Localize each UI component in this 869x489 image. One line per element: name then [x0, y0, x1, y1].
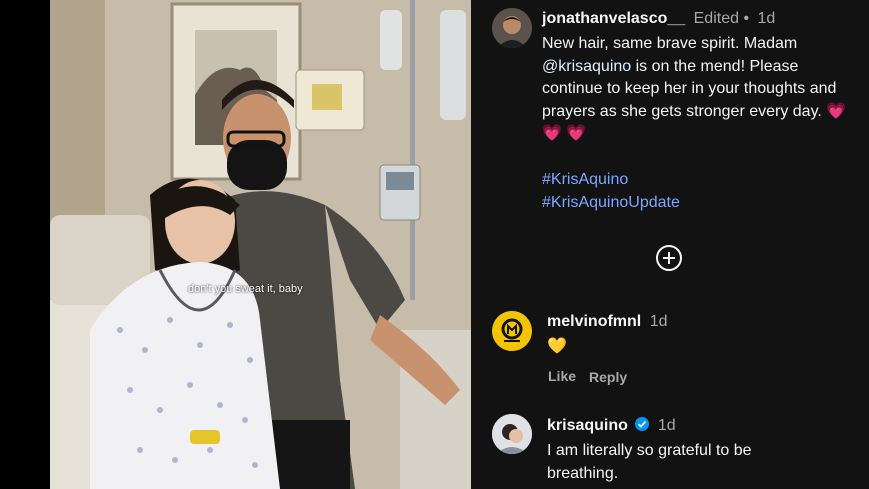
comment-username[interactable]: krisaquino	[547, 417, 628, 434]
comments-panel: jonathanvelasco__ Edited • 1d New hair, …	[471, 0, 869, 489]
post-caption: New hair, same brave spirit. Madam @kris…	[542, 33, 852, 214]
separator-dot: •	[743, 10, 750, 27]
comment-time[interactable]: 1d	[650, 313, 668, 330]
comment-text: I am literally so grateful to be breathi…	[547, 442, 752, 482]
hashtag-list: #KrisAquino #KrisAquinoUpdate	[542, 168, 852, 214]
post-time[interactable]: 1d	[758, 10, 776, 27]
edited-label: Edited	[693, 10, 739, 27]
reply-button[interactable]: Reply	[589, 369, 627, 385]
comment-header: melvinofmnl 1d	[547, 313, 667, 331]
comment-text: 💛	[547, 338, 567, 355]
mention-link[interactable]: @krisaquino	[542, 58, 631, 75]
photo-overlay-text: don't you sweat it, baby	[188, 283, 303, 295]
author-avatar[interactable]	[492, 8, 532, 48]
photo-illustration	[50, 0, 471, 489]
profile-icon	[492, 8, 532, 48]
left-gutter	[0, 0, 50, 489]
hashtag-link[interactable]: #KrisAquinoUpdate	[542, 191, 852, 214]
hashtag-link[interactable]: #KrisAquino	[542, 168, 852, 191]
caption-text-1: New hair, same brave spirit. Madam	[542, 35, 798, 52]
commenter-avatar[interactable]	[492, 414, 532, 454]
comment-header: krisaquino 1d	[547, 417, 676, 435]
author-username[interactable]: jonathanvelasco__	[542, 10, 685, 27]
commenter-avatar[interactable]	[492, 311, 532, 351]
comment-time[interactable]: 1d	[658, 417, 676, 434]
comment-username[interactable]: melvinofmnl	[547, 313, 641, 330]
post-header: jonathanvelasco__ Edited • 1d	[542, 10, 775, 28]
verified-badge-icon	[635, 417, 650, 431]
like-button[interactable]: Like	[548, 368, 576, 384]
plus-circle-icon[interactable]	[656, 245, 682, 271]
post-photo[interactable]: don't you sweat it, baby	[50, 0, 471, 489]
profile-icon	[492, 414, 532, 454]
logo-icon	[492, 311, 532, 351]
